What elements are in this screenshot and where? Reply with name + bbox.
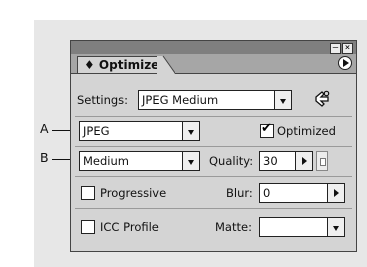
quality-label: Quality: bbox=[209, 154, 254, 168]
matte-dropdown[interactable] bbox=[259, 217, 345, 237]
chevron-down-icon[interactable] bbox=[274, 90, 292, 110]
quality-value: 30 bbox=[263, 154, 278, 168]
chevron-down-icon[interactable] bbox=[182, 121, 200, 141]
tab-optimize[interactable]: ♦ Optimize bbox=[77, 56, 163, 73]
settings-label: Settings: bbox=[77, 93, 129, 107]
close-button[interactable]: × bbox=[342, 43, 353, 54]
progressive-checkbox[interactable] bbox=[81, 186, 95, 200]
quality-source-icon[interactable] bbox=[316, 151, 328, 171]
optimize-panel: – × ♦ Optimize Settings: JPEG Medium JPE… bbox=[70, 40, 357, 252]
chevron-down-icon[interactable] bbox=[182, 151, 200, 171]
file-format-value: JPEG bbox=[83, 124, 110, 138]
file-format-dropdown[interactable]: JPEG bbox=[79, 121, 200, 141]
tab-row: ♦ Optimize bbox=[71, 54, 356, 74]
icc-profile-checkbox[interactable] bbox=[81, 220, 95, 234]
blur-field[interactable]: 0 bbox=[259, 183, 345, 203]
minimize-button[interactable]: – bbox=[330, 43, 341, 54]
divider bbox=[75, 146, 352, 147]
optimize-to-file-size-icon[interactable] bbox=[311, 88, 333, 110]
quality-slider-toggle[interactable] bbox=[295, 151, 313, 171]
matte-label: Matte: bbox=[215, 220, 252, 234]
divider bbox=[75, 116, 352, 117]
optimized-checkbox[interactable] bbox=[260, 122, 274, 138]
icc-profile-label: ICC Profile bbox=[100, 220, 159, 234]
quality-preset-value: Medium bbox=[83, 154, 129, 168]
blur-label: Blur: bbox=[226, 186, 253, 200]
optimized-label: Optimized bbox=[277, 124, 336, 138]
blur-slider-toggle[interactable] bbox=[327, 183, 345, 203]
divider bbox=[75, 176, 352, 177]
chevron-down-icon[interactable] bbox=[327, 217, 345, 237]
panel-titlebar[interactable]: – × bbox=[71, 41, 356, 54]
blur-value: 0 bbox=[263, 186, 271, 200]
progressive-label: Progressive bbox=[100, 186, 167, 200]
divider bbox=[75, 208, 352, 209]
quality-field[interactable]: 30 bbox=[259, 151, 313, 171]
settings-dropdown[interactable]: JPEG Medium bbox=[138, 90, 292, 110]
quality-preset-dropdown[interactable]: Medium bbox=[79, 151, 200, 171]
callout-a: A bbox=[40, 121, 49, 136]
settings-value: JPEG Medium bbox=[142, 93, 219, 107]
callout-b: B bbox=[40, 150, 49, 165]
tab-slope bbox=[157, 55, 175, 74]
panel-menu-button[interactable] bbox=[338, 56, 352, 70]
